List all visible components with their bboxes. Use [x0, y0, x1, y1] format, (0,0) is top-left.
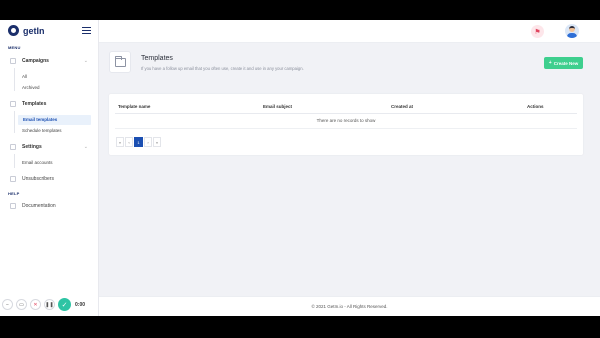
- top-bar: ⚑: [99, 20, 600, 43]
- pagination-page-button[interactable]: 1: [134, 137, 143, 147]
- close-icon[interactable]: ✕: [30, 299, 41, 310]
- table-divider: [115, 113, 577, 114]
- sidebar-item-schedule-templates[interactable]: Schedule templates: [22, 128, 62, 133]
- sidebar-item-label: Documentation: [22, 203, 56, 209]
- templates-icon: [10, 101, 16, 107]
- sidebar-item-documentation[interactable]: Documentation: [10, 203, 90, 209]
- menu-section-label: MENU: [8, 45, 21, 50]
- sidebar: getIn MENU Campaigns ⌄ All Archived Temp…: [0, 20, 99, 316]
- brand[interactable]: getIn: [8, 25, 45, 36]
- sidebar-item-campaigns[interactable]: Campaigns ⌄: [10, 58, 90, 64]
- pagination-first-button[interactable]: «: [116, 137, 124, 147]
- sidebar-item-unsubscribers[interactable]: Unsubscribers: [10, 176, 90, 182]
- submenu-guide: [14, 68, 15, 91]
- avatar[interactable]: [565, 24, 579, 38]
- unsubscribers-icon: [10, 176, 16, 182]
- folder-icon: [109, 51, 131, 73]
- column-header-email-subject[interactable]: Email subject: [263, 104, 292, 109]
- sidebar-item-label: Campaigns: [22, 58, 49, 64]
- minus-icon[interactable]: −: [2, 299, 13, 310]
- pagination: « ‹ 1 › »: [116, 137, 162, 147]
- check-icon[interactable]: ✓: [58, 298, 71, 311]
- recording-timer: 0:00: [75, 301, 86, 308]
- menu-toggle-icon[interactable]: [82, 27, 91, 34]
- pagination-last-button[interactable]: »: [153, 137, 161, 147]
- brand-logo-icon: [8, 25, 19, 36]
- sidebar-item-archived[interactable]: Archived: [22, 85, 40, 90]
- app-window: getIn MENU Campaigns ⌄ All Archived Temp…: [0, 20, 600, 316]
- sidebar-item-label: Settings: [22, 144, 42, 150]
- submenu-guide: [14, 111, 15, 133]
- settings-icon: [10, 144, 16, 150]
- column-header-actions: Actions: [527, 104, 544, 109]
- recorder-toolbar: − ▭ ✕ ❚❚ ✓ 0:00: [2, 296, 97, 313]
- sidebar-item-email-accounts[interactable]: Email accounts: [22, 160, 53, 165]
- sidebar-item-all[interactable]: All: [22, 74, 27, 79]
- create-new-button[interactable]: + Create New: [544, 57, 583, 69]
- table-divider: [115, 128, 577, 129]
- brand-name: getIn: [23, 25, 45, 36]
- sidebar-item-label: Unsubscribers: [22, 176, 54, 182]
- sidebar-item-settings[interactable]: Settings ⌄: [10, 144, 90, 150]
- sidebar-item-templates[interactable]: Templates: [10, 101, 90, 107]
- submenu-guide: [14, 154, 15, 168]
- page-title: Templates: [141, 55, 173, 62]
- column-header-created-at[interactable]: Created at: [391, 104, 413, 109]
- pagination-next-button[interactable]: ›: [144, 137, 152, 147]
- sidebar-item-email-templates[interactable]: Email templates: [18, 115, 91, 125]
- chevron-down-icon: ⌄: [83, 58, 88, 64]
- documentation-icon: [10, 203, 16, 209]
- templates-table: Template name Email subject Created at A…: [109, 94, 583, 155]
- help-section-label: HELP: [8, 191, 20, 196]
- sidebar-item-label: Templates: [22, 101, 47, 107]
- column-header-template-name[interactable]: Template name: [118, 104, 150, 109]
- pause-icon[interactable]: ❚❚: [44, 299, 55, 310]
- camera-icon[interactable]: ▭: [16, 299, 27, 310]
- create-new-label: Create New: [553, 60, 579, 66]
- flag-icon[interactable]: ⚑: [531, 25, 544, 38]
- plus-icon: +: [548, 60, 552, 66]
- chevron-down-icon: ⌄: [83, 144, 88, 150]
- empty-state-text: There are no records to show: [316, 118, 376, 123]
- page-subtitle: If you have a follow up email that you o…: [141, 66, 304, 71]
- pagination-prev-button[interactable]: ‹: [125, 137, 133, 147]
- footer: © 2021 GetIn.io - All Rights Reserved.: [99, 296, 600, 316]
- campaigns-icon: [10, 58, 16, 64]
